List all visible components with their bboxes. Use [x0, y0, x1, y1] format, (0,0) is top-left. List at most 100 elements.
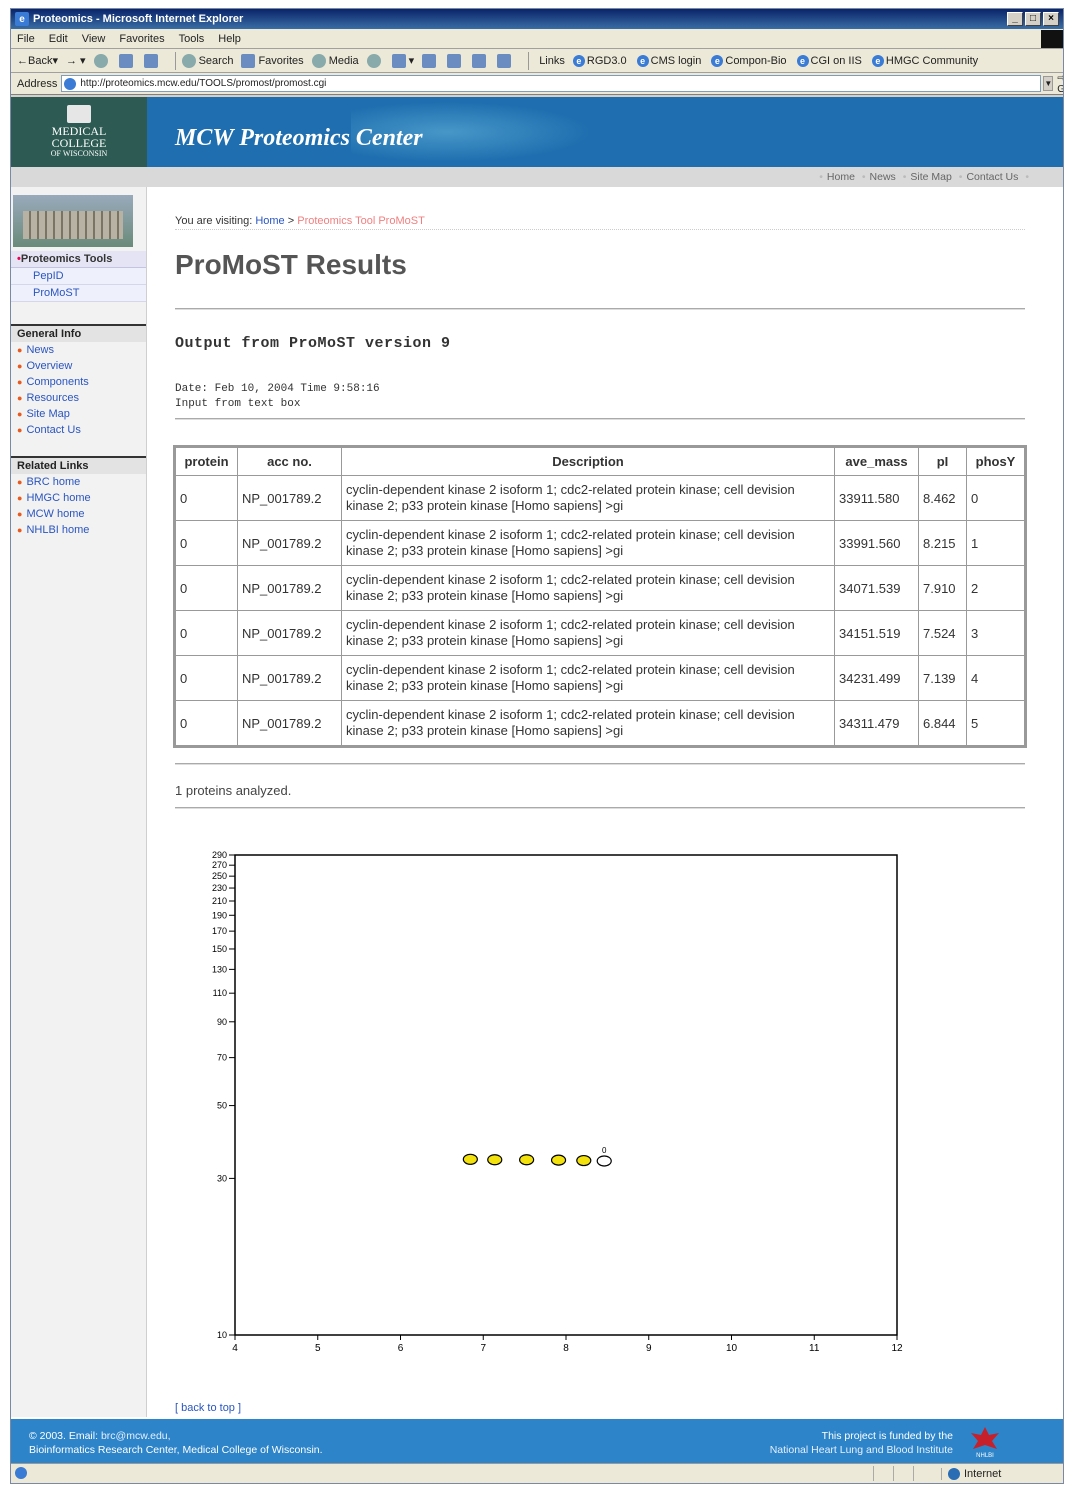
- y-tick-label: 30: [217, 1173, 227, 1183]
- cell-description: cyclin-dependent kinase 2 isoform 1; cdc…: [341, 475, 835, 521]
- print-icon: [422, 53, 437, 68]
- messenger-button[interactable]: [497, 53, 514, 68]
- address-dropdown-icon[interactable]: ▼: [1043, 76, 1054, 91]
- protein-spot: [519, 1154, 535, 1166]
- breadcrumb-current: Proteomics Tool ProMoST: [297, 215, 425, 227]
- cell-pi: 8.462: [918, 475, 967, 521]
- spot-label: 0: [602, 1146, 607, 1155]
- results-table: protein acc no. Description ave_mass pI …: [173, 445, 1027, 748]
- search-button[interactable]: Search: [181, 53, 233, 68]
- item-label: Site Map: [26, 408, 70, 420]
- sidebar-item-nhlbi-home[interactable]: ● NHLBI home: [11, 522, 146, 538]
- y-tick-label: 290: [212, 850, 227, 860]
- back-button[interactable]: ← Back ▾: [17, 54, 58, 68]
- ie-icon: e: [15, 12, 29, 26]
- sidebar-item-mcw-home[interactable]: ● MCW home: [11, 506, 146, 522]
- cell-protein: 0: [175, 700, 238, 746]
- edit-button[interactable]: [447, 53, 464, 68]
- sidebar-item-overview[interactable]: ● Overview: [11, 358, 146, 374]
- stop-button[interactable]: [93, 53, 111, 68]
- item-label: BRC home: [26, 476, 81, 488]
- windows-flag-icon: [1041, 29, 1063, 48]
- menu-tools[interactable]: Tools: [179, 33, 205, 45]
- breadcrumb-prefix: You are visiting:: [175, 215, 253, 227]
- menu-edit[interactable]: Edit: [49, 33, 68, 45]
- menu-file[interactable]: File: [17, 33, 35, 45]
- sidebar-item-promost[interactable]: ProMoST: [11, 285, 146, 302]
- sidebar-heading-proteomics-tools: •Proteomics Tools: [11, 251, 146, 268]
- email-link[interactable]: brc@mcw.edu,: [101, 1430, 171, 1442]
- link-cgi-iis[interactable]: e CGI on IIS: [796, 54, 862, 67]
- nhlbi-logo-icon[interactable]: NHLBI: [965, 1425, 1005, 1459]
- address-input[interactable]: http://proteomics.mcw.edu/TOOLS/promost/…: [61, 75, 1042, 92]
- link-cms-login[interactable]: e CMS login: [636, 54, 701, 67]
- toolbar-separator: [528, 51, 530, 70]
- discuss-button[interactable]: [472, 53, 489, 68]
- favorites-button[interactable]: Favorites: [241, 53, 304, 68]
- minimize-button[interactable]: _: [1007, 12, 1023, 26]
- home-icon: [143, 53, 158, 68]
- sidebar-item-brc-home[interactable]: ● BRC home: [11, 474, 146, 490]
- status-cell: [913, 1466, 931, 1481]
- ie-link-icon: e: [871, 54, 884, 67]
- browser-window: e Proteomics - Microsoft Internet Explor…: [10, 8, 1064, 1484]
- breadcrumb-separator: >: [287, 215, 295, 227]
- address-url: http://proteomics.mcw.edu/TOOLS/promost/…: [80, 78, 327, 89]
- toolbar-separator: [174, 51, 176, 70]
- funded-text: This project is funded by the: [821, 1430, 953, 1442]
- media-icon: [311, 53, 326, 68]
- globe-icon: [948, 1467, 960, 1480]
- y-tick-label: 210: [212, 896, 227, 906]
- menu-view[interactable]: View: [82, 33, 106, 45]
- cell-description: cyclin-dependent kinase 2 isoform 1; cdc…: [341, 655, 835, 701]
- mcw-logo[interactable]: MEDICAL COLLEGE OF WISCONSIN: [11, 97, 147, 167]
- print-button[interactable]: [422, 53, 439, 68]
- footer-org: Bioinformatics Research Center, Medical …: [29, 1444, 323, 1456]
- y-tick-label: 150: [212, 944, 227, 954]
- link-rgd[interactable]: e RGD3.0: [572, 54, 627, 67]
- sidebar-item-hmgc-home[interactable]: ● HMGC home: [11, 490, 146, 506]
- sidebar-heading-general-info: General Info: [11, 324, 146, 342]
- history-button[interactable]: [366, 53, 384, 68]
- protein-spot: [576, 1154, 592, 1167]
- table-row: 0 NP_001789.2 cyclin-dependent kinase 2 …: [175, 475, 1025, 521]
- item-label: HMGC home: [26, 492, 91, 504]
- cell-ave-mass: 34311.479: [834, 700, 919, 746]
- refresh-button[interactable]: [118, 53, 136, 68]
- col-pi: pI: [918, 447, 967, 476]
- site-banner: MEDICAL COLLEGE OF WISCONSIN MCW Proteom…: [11, 97, 1063, 167]
- x-tick-label: 8: [563, 1343, 569, 1354]
- sidebar-item-site-map[interactable]: ● Site Map: [11, 406, 146, 422]
- go-button[interactable]: ⇨ Go: [1057, 73, 1063, 95]
- cell-pi: 8.215: [918, 520, 967, 566]
- nav-news[interactable]: News: [870, 171, 896, 183]
- sidebar-item-resources[interactable]: ● Resources: [11, 390, 146, 406]
- sidebar-item-news[interactable]: ● News: [11, 342, 146, 358]
- home-button[interactable]: [143, 53, 161, 68]
- link-compon-bio[interactable]: e Compon-Bio: [711, 54, 787, 67]
- back-to-top-link[interactable]: [ back to top ]: [175, 1402, 241, 1414]
- discuss-icon: [472, 53, 487, 68]
- link-hmgc-community[interactable]: e HMGC Community: [871, 54, 978, 67]
- sidebar-item-contact-us[interactable]: ● Contact Us: [11, 422, 146, 438]
- sidebar-item-pepid[interactable]: PepID: [11, 268, 146, 285]
- maximize-button[interactable]: □: [1025, 12, 1041, 26]
- copyright-text: © 2003. Email:: [29, 1430, 99, 1442]
- forward-button[interactable]: → ▾: [66, 54, 86, 67]
- nav-site-map[interactable]: Site Map: [910, 171, 951, 183]
- plot-frame: [234, 854, 898, 1336]
- sidebar-item-components[interactable]: ● Components: [11, 374, 146, 390]
- y-tick-label: 270: [212, 860, 227, 870]
- sidebar: •Proteomics Tools PepID ProMoST General …: [11, 187, 147, 1417]
- close-button[interactable]: ×: [1043, 12, 1059, 26]
- cell-acc-no: NP_001789.2: [237, 475, 342, 521]
- breadcrumb-home-link[interactable]: Home: [255, 215, 284, 227]
- cell-phosy: 5: [966, 700, 1025, 746]
- mail-button[interactable]: ▾: [391, 53, 414, 68]
- menu-favorites[interactable]: Favorites: [119, 33, 164, 45]
- nav-contact-us[interactable]: Contact Us: [966, 171, 1018, 183]
- nhlbi-link[interactable]: National Heart Lung and Blood Institute: [770, 1444, 953, 1456]
- nav-home[interactable]: Home: [827, 171, 855, 183]
- menu-help[interactable]: Help: [218, 33, 241, 45]
- media-button[interactable]: Media: [311, 53, 359, 68]
